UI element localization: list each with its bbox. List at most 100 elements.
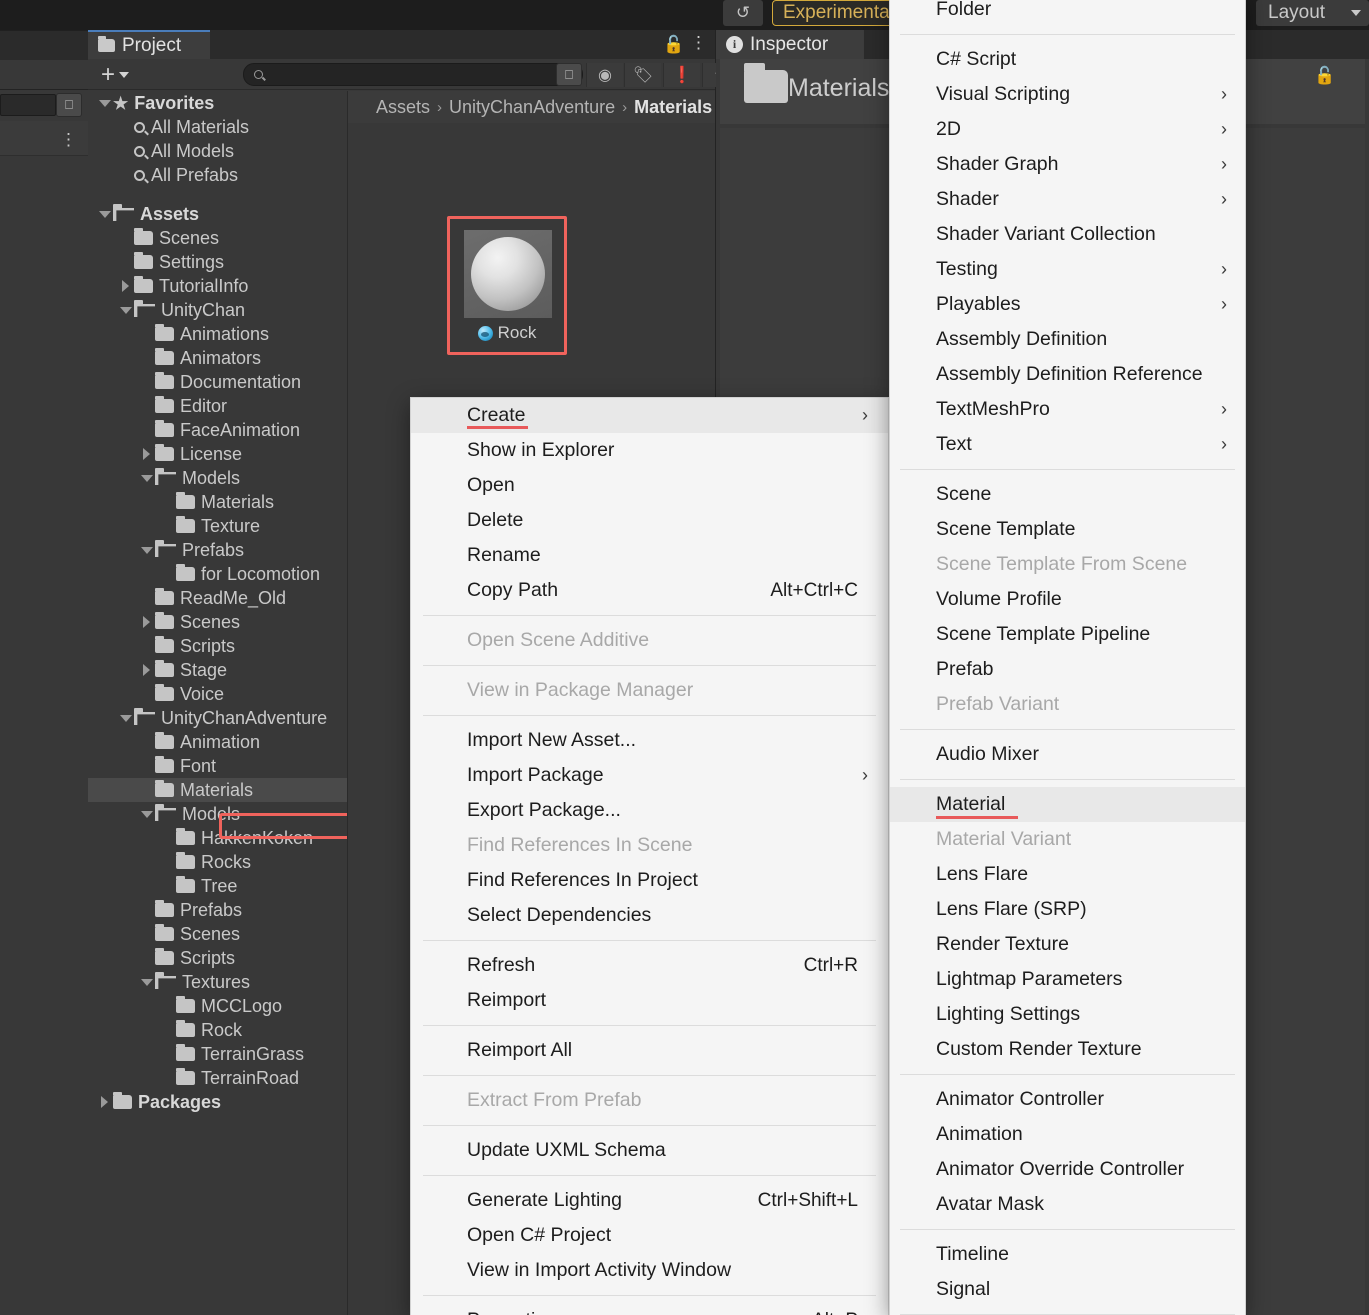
- tree-item-materials[interactable]: Materials: [88, 778, 347, 802]
- tree-item-all-materials[interactable]: All Materials: [88, 115, 347, 139]
- menu-item-rename[interactable]: Rename: [411, 538, 888, 573]
- project-folder-tree[interactable]: ★FavoritesAll MaterialsAll ModelsAll Pre…: [88, 91, 347, 1315]
- warning-icon[interactable]: ❗: [663, 63, 700, 87]
- twisty-collapsed-icon[interactable]: [96, 1096, 113, 1108]
- menu-item-animator-controller[interactable]: Animator Controller: [890, 1082, 1245, 1117]
- twisty-expanded-icon[interactable]: [96, 211, 113, 218]
- tree-item-favorites[interactable]: ★Favorites: [88, 91, 347, 115]
- menu-item-shader[interactable]: Shader›: [890, 182, 1245, 217]
- lock-icon[interactable]: 🔓: [663, 35, 684, 55]
- menu-item-shader-variant-collection[interactable]: Shader Variant Collection: [890, 217, 1245, 252]
- menu-item-import-package[interactable]: Import Package›: [411, 758, 888, 793]
- breadcrumb-item[interactable]: Materials: [634, 97, 712, 118]
- tree-item-all-prefabs[interactable]: All Prefabs: [88, 163, 347, 187]
- tree-item-for-locomotion[interactable]: for Locomotion: [88, 562, 347, 586]
- twisty-expanded-icon[interactable]: [138, 547, 155, 554]
- breadcrumb-item[interactable]: UnityChanAdventure: [449, 97, 615, 118]
- tree-item-license[interactable]: License: [88, 442, 347, 466]
- kebab-menu-icon[interactable]: ⋮: [690, 33, 707, 53]
- menu-item-lighting-settings[interactable]: Lighting Settings: [890, 997, 1245, 1032]
- menu-item-avatar-mask[interactable]: Avatar Mask: [890, 1187, 1245, 1222]
- tree-item-documentation[interactable]: Documentation: [88, 370, 347, 394]
- menu-item-c-script[interactable]: C# Script: [890, 42, 1245, 77]
- tree-item-prefabs[interactable]: Prefabs: [88, 538, 347, 562]
- tree-item-faceanimation[interactable]: FaceAnimation: [88, 418, 347, 442]
- tree-item-unitychan[interactable]: UnityChan: [88, 298, 347, 322]
- tree-item-textures[interactable]: Textures: [88, 970, 347, 994]
- tree-item-scenes[interactable]: Scenes: [88, 610, 347, 634]
- open-in-new-window-icon[interactable]: ⎕: [56, 93, 82, 117]
- menu-item-material[interactable]: Material: [890, 787, 1245, 822]
- menu-item-text[interactable]: Text›: [890, 427, 1245, 462]
- menu-item-import-new-asset[interactable]: Import New Asset...: [411, 723, 888, 758]
- menu-item-lightmap-parameters[interactable]: Lightmap Parameters: [890, 962, 1245, 997]
- tab-inspector[interactable]: i Inspector: [716, 30, 864, 59]
- menu-item-animator-override-controller[interactable]: Animator Override Controller: [890, 1152, 1245, 1187]
- menu-item-delete[interactable]: Delete: [411, 503, 888, 538]
- menu-item-lens-flare-srp[interactable]: Lens Flare (SRP): [890, 892, 1245, 927]
- asset-filter-icon[interactable]: ◉: [586, 63, 623, 87]
- breadcrumb-item[interactable]: Assets: [376, 97, 430, 118]
- twisty-expanded-icon[interactable]: [117, 715, 134, 722]
- breadcrumb[interactable]: Assets›UnityChanAdventure›Materials: [348, 91, 715, 123]
- menu-item-properties[interactable]: Properties...Alt+P: [411, 1303, 888, 1315]
- left-panel-search-input[interactable]: [0, 94, 56, 116]
- menu-item-generate-lighting[interactable]: Generate LightingCtrl+Shift+L: [411, 1183, 888, 1218]
- menu-item-visual-scripting[interactable]: Visual Scripting›: [890, 77, 1245, 112]
- menu-item-view-in-import-activity-window[interactable]: View in Import Activity Window: [411, 1253, 888, 1288]
- twisty-collapsed-icon[interactable]: [138, 616, 155, 628]
- layout-dropdown[interactable]: Layout: [1256, 0, 1369, 26]
- experimental-badge[interactable]: Experimental: [772, 0, 905, 26]
- lock-icon[interactable]: 🔓: [1314, 66, 1335, 86]
- menu-item-2d[interactable]: 2D›: [890, 112, 1245, 147]
- twisty-expanded-icon[interactable]: [96, 100, 113, 107]
- twisty-expanded-icon[interactable]: [138, 475, 155, 482]
- twisty-expanded-icon[interactable]: [117, 307, 134, 314]
- menu-item-refresh[interactable]: RefreshCtrl+R: [411, 948, 888, 983]
- menu-item-custom-render-texture[interactable]: Custom Render Texture: [890, 1032, 1245, 1067]
- menu-item-export-package[interactable]: Export Package...: [411, 793, 888, 828]
- tree-item-settings[interactable]: Settings: [88, 250, 347, 274]
- tree-item-hakkenkoken[interactable]: HakkenKoken: [88, 826, 347, 850]
- menu-item-animation[interactable]: Animation: [890, 1117, 1245, 1152]
- menu-item-render-texture[interactable]: Render Texture: [890, 927, 1245, 962]
- twisty-collapsed-icon[interactable]: [138, 664, 155, 676]
- menu-item-timeline[interactable]: Timeline: [890, 1237, 1245, 1272]
- menu-item-reimport-all[interactable]: Reimport All: [411, 1033, 888, 1068]
- tree-item-models[interactable]: Models: [88, 466, 347, 490]
- undo-history-button[interactable]: ↺: [723, 0, 763, 26]
- menu-item-copy-path[interactable]: Copy PathAlt+Ctrl+C: [411, 573, 888, 608]
- kebab-menu-icon[interactable]: ⋮: [60, 130, 77, 150]
- tree-item-scripts[interactable]: Scripts: [88, 634, 347, 658]
- tree-item-prefabs[interactable]: Prefabs: [88, 898, 347, 922]
- tree-item-terrainroad[interactable]: TerrainRoad: [88, 1066, 347, 1090]
- menu-item-open-c-project[interactable]: Open C# Project: [411, 1218, 888, 1253]
- menu-item-audio-mixer[interactable]: Audio Mixer: [890, 737, 1245, 772]
- tree-item-rock[interactable]: Rock: [88, 1018, 347, 1042]
- tree-item-all-models[interactable]: All Models: [88, 139, 347, 163]
- menu-item-assembly-definition[interactable]: Assembly Definition: [890, 322, 1245, 357]
- tree-item-stage[interactable]: Stage: [88, 658, 347, 682]
- menu-item-prefab[interactable]: Prefab: [890, 652, 1245, 687]
- menu-item-signal[interactable]: Signal: [890, 1272, 1245, 1307]
- menu-item-create[interactable]: Create›: [411, 398, 888, 433]
- tree-item-scripts[interactable]: Scripts: [88, 946, 347, 970]
- tree-item-texture[interactable]: Texture: [88, 514, 347, 538]
- twisty-expanded-icon[interactable]: [138, 811, 155, 818]
- tree-item-scenes[interactable]: Scenes: [88, 922, 347, 946]
- label-icon[interactable]: 🏷: [624, 63, 661, 87]
- menu-item-textmeshpro[interactable]: TextMeshPro›: [890, 392, 1245, 427]
- tree-item-scenes[interactable]: Scenes: [88, 226, 347, 250]
- menu-item-scene[interactable]: Scene: [890, 477, 1245, 512]
- menu-item-reimport[interactable]: Reimport: [411, 983, 888, 1018]
- search-input[interactable]: [243, 63, 583, 86]
- asset-context-menu[interactable]: Create›Show in ExplorerOpenDeleteRenameC…: [411, 398, 888, 1315]
- menu-item-playables[interactable]: Playables›: [890, 287, 1245, 322]
- create-asset-button[interactable]: +: [101, 63, 143, 86]
- tree-item-font[interactable]: Font: [88, 754, 347, 778]
- tree-item-unitychanadventure[interactable]: UnityChanAdventure: [88, 706, 347, 730]
- tree-item-models[interactable]: Models: [88, 802, 347, 826]
- tree-item-terraingrass[interactable]: TerrainGrass: [88, 1042, 347, 1066]
- twisty-expanded-icon[interactable]: [138, 979, 155, 986]
- tree-item-animations[interactable]: Animations: [88, 322, 347, 346]
